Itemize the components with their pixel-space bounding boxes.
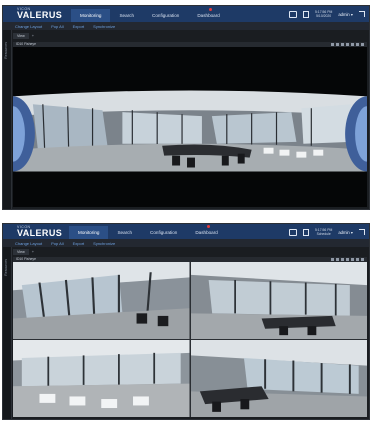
tab-configuration[interactable]: Configuration	[143, 9, 188, 22]
dashboard-badge	[206, 225, 210, 228]
pop-all-link[interactable]: Pop All	[51, 24, 63, 29]
camera-feed[interactable]	[13, 47, 367, 207]
settings-icon[interactable]	[356, 43, 359, 46]
audio-icon[interactable]	[346, 43, 349, 46]
screenshot-single-view: VICON VALERUS Monitoring Search Configur…	[2, 5, 370, 210]
tab-dashboard[interactable]: Dashboard	[188, 8, 228, 22]
dashboard-badge	[208, 8, 212, 11]
camera-feed-quad[interactable]	[13, 262, 367, 417]
tile-tools	[331, 258, 364, 261]
flag-icon[interactable]	[302, 10, 309, 18]
dewarp-view-4[interactable]	[190, 340, 368, 417]
snapshot-icon[interactable]	[336, 258, 339, 261]
user-name: admin	[338, 229, 350, 235]
export-link[interactable]: Export	[73, 241, 85, 246]
logo-text: VALERUS	[17, 228, 63, 238]
change-layout-link[interactable]: Change Layout	[15, 24, 42, 29]
snapshot-icon[interactable]	[336, 43, 339, 46]
logo: VICON VALERUS	[17, 7, 62, 20]
synchronize-link[interactable]: Synchronize	[93, 241, 115, 246]
dewarp-view-1[interactable]	[13, 262, 190, 339]
tile-tools	[331, 43, 364, 46]
action-bar: Change Layout Pop All Export Synchronize	[3, 239, 369, 247]
logo-text: VALERUS	[17, 10, 63, 20]
change-layout-link[interactable]: Change Layout	[15, 241, 42, 246]
tab-dashboard-label: Dashboard	[197, 13, 220, 18]
record-icon[interactable]	[351, 43, 354, 46]
clock: 5:17:56 PM 5/10/2020	[315, 10, 332, 18]
tab-monitoring[interactable]: Monitoring	[69, 226, 109, 239]
settings-icon[interactable]	[356, 258, 359, 261]
expand-icon[interactable]	[359, 11, 365, 17]
dewarp-view-3[interactable]	[13, 340, 190, 417]
add-view-button[interactable]: +	[32, 33, 34, 39]
panorama-video	[13, 47, 367, 207]
header-tools: 5:17:56 PM Schedule admin ▾	[288, 226, 365, 238]
main-nav: Monitoring Search Configuration Dashboar…	[71, 8, 229, 22]
fullscreen-icon[interactable]	[331, 43, 334, 46]
header-tools: 5:17:56 PM 5/10/2020 admin ▾	[288, 8, 365, 20]
view-tab[interactable]: View	[13, 249, 29, 255]
expand-icon[interactable]	[359, 229, 365, 235]
tab-search[interactable]: Search	[108, 226, 141, 239]
app-header: VICON VALERUS Monitoring Search Configur…	[3, 224, 369, 239]
export-link[interactable]: Export	[73, 24, 85, 29]
rail-label: Resources	[4, 42, 8, 59]
user-name: admin	[338, 11, 350, 17]
tab-monitoring[interactable]: Monitoring	[71, 9, 111, 22]
tab-dashboard-label: Dashboard	[195, 230, 218, 235]
audio-icon[interactable]	[346, 258, 349, 261]
view-tab[interactable]: View	[13, 33, 29, 39]
fullscreen-icon[interactable]	[331, 258, 334, 261]
pop-all-link[interactable]: Pop All	[51, 241, 63, 246]
add-view-button[interactable]: +	[32, 249, 34, 255]
clock: 5:17:56 PM Schedule	[315, 228, 332, 236]
user-menu[interactable]: admin ▾	[338, 12, 353, 17]
briefcase-icon[interactable]	[288, 228, 297, 236]
briefcase-icon[interactable]	[288, 10, 297, 18]
clock-date: 5/10/2020	[316, 14, 332, 18]
resources-rail[interactable]: Resources	[3, 247, 12, 419]
user-menu[interactable]: admin ▾	[338, 230, 353, 235]
resources-rail[interactable]: Resources	[3, 30, 12, 209]
close-icon[interactable]	[361, 43, 364, 46]
record-icon[interactable]	[351, 258, 354, 261]
app-header: VICON VALERUS Monitoring Search Configur…	[3, 6, 369, 22]
logo: VICON VALERUS	[17, 225, 62, 238]
ptz-icon[interactable]	[341, 43, 344, 46]
clock-schedule: Schedule	[316, 232, 331, 236]
ptz-icon[interactable]	[341, 258, 344, 261]
flag-icon[interactable]	[302, 228, 309, 236]
rail-label: Resources	[4, 259, 8, 276]
view-tabs: View +	[13, 249, 34, 255]
screenshot-quad-view: VICON VALERUS Monitoring Search Configur…	[2, 223, 370, 420]
view-tabs: View +	[13, 33, 34, 39]
main-nav: Monitoring Search Configuration Dashboar…	[69, 225, 227, 239]
action-bar: Change Layout Pop All Export Synchronize	[3, 22, 369, 30]
close-icon[interactable]	[361, 258, 364, 261]
synchronize-link[interactable]: Synchronize	[93, 24, 115, 29]
dewarp-view-2[interactable]	[190, 262, 368, 339]
tab-dashboard[interactable]: Dashboard	[186, 225, 226, 239]
tab-configuration[interactable]: Configuration	[141, 226, 186, 239]
tab-search[interactable]: Search	[110, 9, 143, 22]
